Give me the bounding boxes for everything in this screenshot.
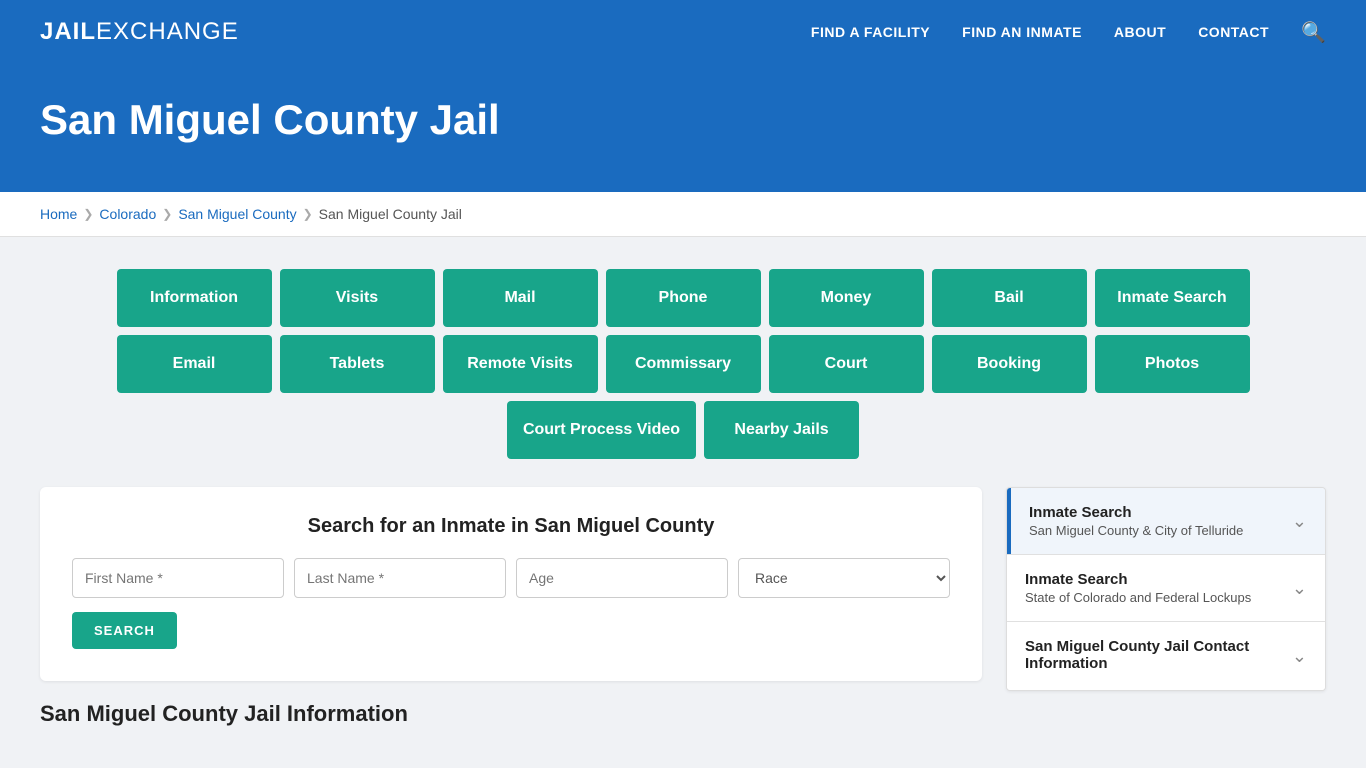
category-btn-booking[interactable]: Booking <box>932 335 1087 393</box>
breadcrumb: Home ❯ Colorado ❯ San Miguel County ❯ Sa… <box>40 206 1326 222</box>
accordion-subtext-1: State of Colorado and Federal Lockups <box>1025 590 1251 605</box>
content-layout: Search for an Inmate in San Miguel Count… <box>40 487 1326 727</box>
category-btn-information[interactable]: Information <box>117 269 272 327</box>
search-button[interactable]: SEARCH <box>72 612 177 649</box>
category-btn-photos[interactable]: Photos <box>1095 335 1250 393</box>
category-btn-tablets[interactable]: Tablets <box>280 335 435 393</box>
first-name-input[interactable] <box>72 558 284 598</box>
category-btn-remote-visits[interactable]: Remote Visits <box>443 335 598 393</box>
accordion: Inmate Search San Miguel County & City of… <box>1006 487 1326 691</box>
nav-contact[interactable]: CONTACT <box>1198 24 1269 40</box>
main-nav: FIND A FACILITY FIND AN INMATE ABOUT CON… <box>811 20 1326 45</box>
accordion-header-0[interactable]: Inmate Search San Miguel County & City of… <box>1007 488 1325 554</box>
nav-about[interactable]: ABOUT <box>1114 24 1166 40</box>
breadcrumb-current: San Miguel County Jail <box>319 206 462 222</box>
breadcrumb-colorado[interactable]: Colorado <box>99 206 156 222</box>
right-panel: Inmate Search San Miguel County & City of… <box>1006 487 1326 691</box>
nav-find-inmate[interactable]: FIND AN INMATE <box>962 24 1082 40</box>
category-btn-inmate-search[interactable]: Inmate Search <box>1095 269 1250 327</box>
chevron-down-icon-2: ⌄ <box>1292 646 1307 667</box>
category-btn-commissary[interactable]: Commissary <box>606 335 761 393</box>
last-name-input[interactable] <box>294 558 506 598</box>
breadcrumb-sep-3: ❯ <box>303 207 313 221</box>
breadcrumb-bar: Home ❯ Colorado ❯ San Miguel County ❯ Sa… <box>0 192 1366 237</box>
logo-jail: JAIL <box>40 18 96 46</box>
search-fields: RaceWhiteBlackHispanicAsianOther <box>72 558 950 598</box>
category-btn-bail[interactable]: Bail <box>932 269 1087 327</box>
category-btn-court-process-video[interactable]: Court Process Video <box>507 401 696 459</box>
hero-section: San Miguel County Jail <box>0 64 1366 192</box>
accordion-heading-1: Inmate Search <box>1025 571 1251 588</box>
logo-exchange: EXCHANGE <box>96 18 239 46</box>
search-title: Search for an Inmate in San Miguel Count… <box>72 515 950 538</box>
accordion-header-2[interactable]: San Miguel County Jail Contact Informati… <box>1007 622 1325 690</box>
page-title: San Miguel County Jail <box>40 96 1326 144</box>
category-btn-mail[interactable]: Mail <box>443 269 598 327</box>
site-logo[interactable]: JAILEXCHANGE <box>40 18 239 46</box>
category-btn-email[interactable]: Email <box>117 335 272 393</box>
site-header: JAILEXCHANGE FIND A FACILITY FIND AN INM… <box>0 0 1366 64</box>
chevron-down-icon-0: ⌄ <box>1292 511 1307 532</box>
accordion-heading-2: San Miguel County Jail Contact Informati… <box>1025 638 1292 672</box>
left-panel: Search for an Inmate in San Miguel Count… <box>40 487 982 727</box>
category-btn-court[interactable]: Court <box>769 335 924 393</box>
category-btn-visits[interactable]: Visits <box>280 269 435 327</box>
info-section-title: San Miguel County Jail Information <box>40 701 982 727</box>
inmate-search-box: Search for an Inmate in San Miguel Count… <box>40 487 982 681</box>
search-icon-button[interactable]: 🔍 <box>1301 20 1326 45</box>
category-buttons-grid: InformationVisitsMailPhoneMoneyBailInmat… <box>40 269 1326 459</box>
age-input[interactable] <box>516 558 728 598</box>
accordion-item-2: San Miguel County Jail Contact Informati… <box>1007 622 1325 690</box>
accordion-header-1[interactable]: Inmate Search State of Colorado and Feder… <box>1007 555 1325 621</box>
accordion-item-1: Inmate Search State of Colorado and Feder… <box>1007 555 1325 622</box>
chevron-down-icon-1: ⌄ <box>1292 578 1307 599</box>
breadcrumb-home[interactable]: Home <box>40 206 77 222</box>
breadcrumb-sep-1: ❯ <box>83 207 93 221</box>
breadcrumb-san-miguel-county[interactable]: San Miguel County <box>178 206 296 222</box>
main-content: InformationVisitsMailPhoneMoneyBailInmat… <box>0 237 1366 759</box>
accordion-item-0: Inmate Search San Miguel County & City of… <box>1007 488 1325 555</box>
accordion-subtext-0: San Miguel County & City of Telluride <box>1029 523 1243 538</box>
breadcrumb-sep-2: ❯ <box>162 207 172 221</box>
category-btn-phone[interactable]: Phone <box>606 269 761 327</box>
category-btn-money[interactable]: Money <box>769 269 924 327</box>
category-btn-nearby-jails[interactable]: Nearby Jails <box>704 401 859 459</box>
nav-find-facility[interactable]: FIND A FACILITY <box>811 24 930 40</box>
accordion-heading-0: Inmate Search <box>1029 504 1243 521</box>
race-select[interactable]: RaceWhiteBlackHispanicAsianOther <box>738 558 950 598</box>
